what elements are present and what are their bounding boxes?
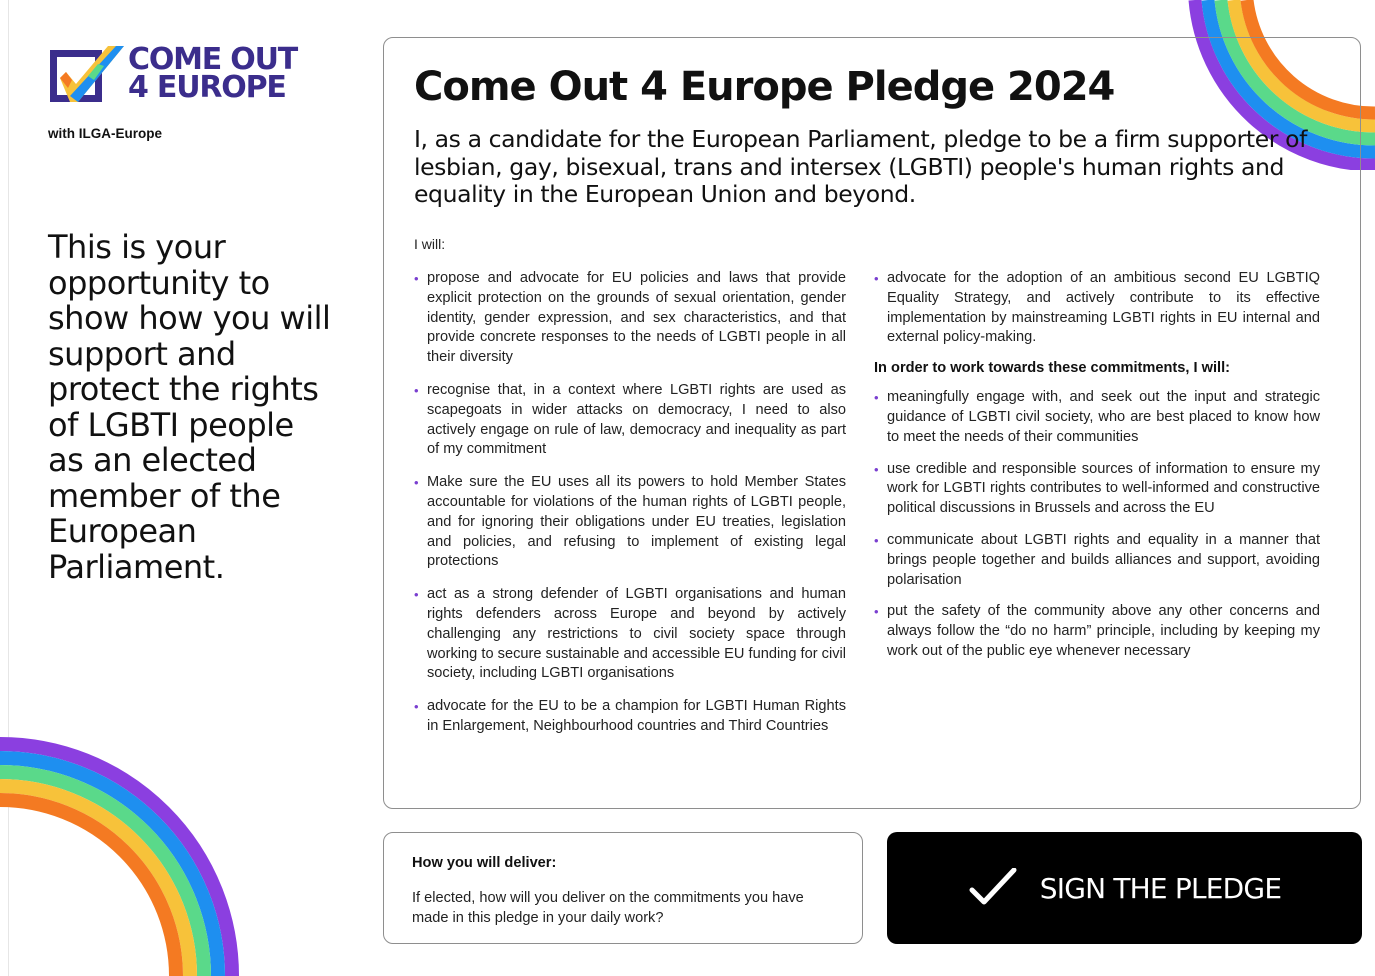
commitments-left-column: propose and advocate for EU policies and… bbox=[414, 269, 846, 750]
commitment-item: recognise that, in a context where LGBTI… bbox=[414, 381, 846, 460]
commitment-item: use credible and responsible sources of … bbox=[874, 460, 1320, 519]
i-will-label: I will: bbox=[414, 236, 446, 252]
with-ilga-label: with ILGA-Europe bbox=[48, 126, 162, 141]
commitment-item: propose and advocate for EU policies and… bbox=[414, 269, 846, 368]
commitment-item: act as a strong defender of LGBTI organi… bbox=[414, 585, 846, 684]
pledge-intro: I, as a candidate for the European Parli… bbox=[414, 125, 1307, 208]
deliver-text: If elected, how will you deliver on the … bbox=[412, 890, 804, 926]
tagline: This is your opportunity to show how you… bbox=[48, 228, 331, 586]
rainbow-arc-bottom-left bbox=[0, 737, 239, 976]
logo-line-2: 4 EUROPE bbox=[128, 70, 287, 105]
commitment-item: advocate for the EU to be a champion for… bbox=[414, 697, 846, 737]
commitment-item: communicate about LGBTI rights and equal… bbox=[874, 531, 1320, 590]
commitments-subheading: In order to work towards these commitmen… bbox=[874, 360, 1230, 377]
commitment-item: advocate for the adoption of an ambitiou… bbox=[874, 269, 1320, 348]
deliver-heading: How you will deliver: bbox=[412, 855, 557, 871]
come-out-4-europe-logo: COME OUT 4 EUROPE bbox=[48, 40, 328, 110]
sign-the-pledge-button[interactable]: SIGN THE PLEDGE bbox=[887, 832, 1362, 944]
logo-wordmark: COME OUT 4 EUROPE bbox=[128, 45, 298, 105]
check-icon bbox=[969, 868, 1017, 905]
commitment-item: meaningfully engage with, and seek out t… bbox=[874, 388, 1320, 447]
commitment-item: Make sure the EU uses all its powers to … bbox=[414, 473, 846, 572]
logo-checkbox-icon bbox=[50, 46, 124, 102]
pledge-title: Come Out 4 Europe Pledge 2024 bbox=[414, 64, 1115, 110]
sign-button-label: SIGN THE PLEDGE bbox=[1039, 871, 1282, 905]
commitment-item: put the safety of the community above an… bbox=[874, 602, 1320, 661]
commitments-right-column: advocate for the adoption of an ambitiou… bbox=[874, 269, 1320, 674]
